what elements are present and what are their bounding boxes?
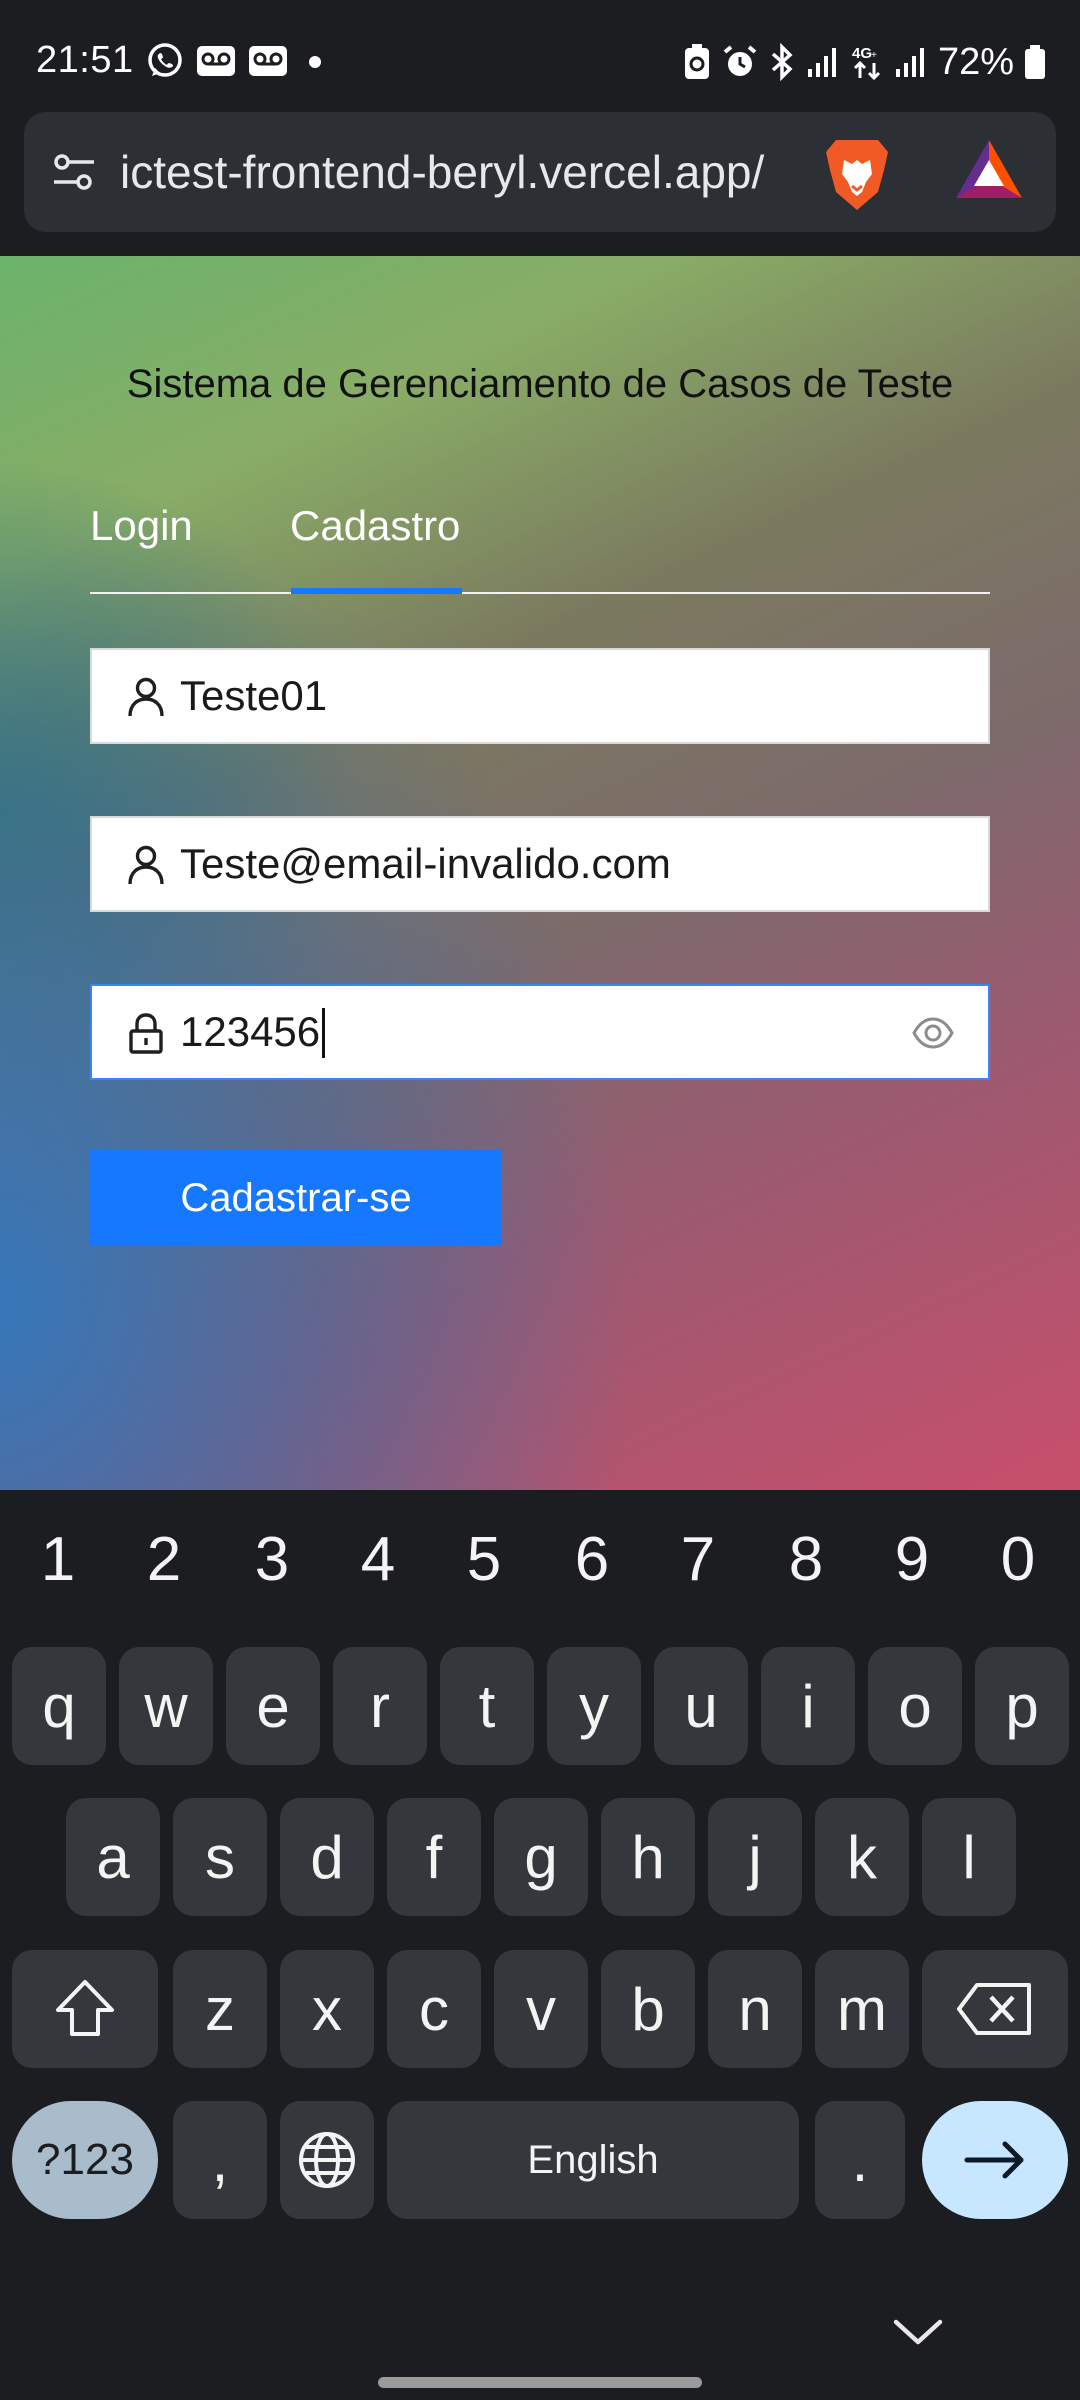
key-j[interactable]: j (708, 1798, 802, 1916)
keyboard-number-row: 1 2 3 4 5 6 7 8 9 0 (0, 1490, 1080, 1630)
period-key[interactable]: . (815, 2101, 905, 2219)
notification-icons (146, 42, 330, 80)
backspace-key[interactable] (922, 1950, 1068, 2068)
key-a[interactable]: a (66, 1798, 160, 1916)
tab-cadastro[interactable]: Cadastro (290, 498, 460, 554)
signal-icon (807, 48, 836, 77)
key-8[interactable]: 8 (756, 1520, 856, 1600)
bluetooth-icon (771, 43, 793, 81)
key-6[interactable]: 6 (542, 1520, 642, 1600)
enter-key[interactable] (922, 2101, 1068, 2219)
language-key[interactable] (280, 2101, 374, 2219)
tune-icon[interactable] (50, 148, 98, 196)
key-t[interactable]: t (440, 1647, 534, 1765)
url-text[interactable]: ictest-frontend-beryl.vercel.app/ (120, 140, 810, 204)
signup-submit-button[interactable]: Cadastrar-se (90, 1150, 502, 1246)
key-y[interactable]: y (547, 1647, 641, 1765)
key-d[interactable]: d (280, 1798, 374, 1916)
text-caret (322, 1008, 325, 1058)
status-time: 21:51 (36, 39, 134, 81)
key-i[interactable]: i (761, 1647, 855, 1765)
page-title: Sistema de Gerenciamento de Casos de Tes… (126, 362, 954, 406)
bat-rewards-icon[interactable] (952, 134, 1026, 208)
key-q[interactable]: q (12, 1647, 106, 1765)
email-input[interactable] (180, 832, 920, 896)
battery-saver-icon (684, 44, 709, 79)
key-h[interactable]: h (601, 1798, 695, 1916)
key-9[interactable]: 9 (862, 1520, 962, 1600)
key-5[interactable]: 5 (434, 1520, 534, 1600)
key-g[interactable]: g (494, 1798, 588, 1916)
lock-icon (129, 1013, 163, 1054)
signal-icon (895, 48, 924, 77)
key-4[interactable]: 4 (328, 1520, 428, 1600)
key-o[interactable]: o (868, 1647, 962, 1765)
key-3[interactable]: 3 (222, 1520, 322, 1600)
svg-text:+: + (871, 50, 877, 61)
gesture-nav-handle[interactable] (378, 2377, 702, 2388)
tab-active-indicator (291, 588, 462, 594)
key-p[interactable]: p (975, 1647, 1069, 1765)
key-f[interactable]: f (387, 1798, 481, 1916)
key-s[interactable]: s (173, 1798, 267, 1916)
voicemail-icon (249, 46, 287, 76)
backspace-icon (957, 1983, 1031, 2035)
key-b[interactable]: b (601, 1950, 695, 2068)
user-icon (128, 677, 164, 717)
symbols-key[interactable]: ?123 (12, 2101, 158, 2219)
signup-page: Sistema de Gerenciamento de Casos de Tes… (0, 256, 1080, 1490)
space-key[interactable]: English (387, 2101, 799, 2219)
password-input[interactable] (180, 1000, 920, 1064)
key-z[interactable]: z (173, 1950, 267, 2068)
chevron-down-icon[interactable] (888, 2312, 948, 2352)
tab-divider (90, 592, 990, 594)
tab-login[interactable]: Login (90, 498, 193, 554)
key-m[interactable]: m (815, 1950, 909, 2068)
alarm-icon (723, 45, 757, 76)
key-l[interactable]: l (922, 1798, 1016, 1916)
key-r[interactable]: r (333, 1647, 427, 1765)
shift-icon (56, 1980, 114, 2036)
email-field[interactable] (90, 816, 990, 912)
battery-percent: 72% (937, 41, 1014, 83)
shift-key[interactable] (12, 1950, 158, 2068)
key-7[interactable]: 7 (648, 1520, 748, 1600)
whatsapp-icon (148, 43, 182, 77)
key-k[interactable]: k (815, 1798, 909, 1916)
4g-icon: 4G+ (852, 45, 880, 81)
arrow-right-icon (964, 2141, 1024, 2179)
globe-icon (299, 2132, 355, 2188)
browser-url-bar[interactable]: ictest-frontend-beryl.vercel.app/ (24, 112, 1056, 232)
key-x[interactable]: x (280, 1950, 374, 2068)
status-bar: 21:51 4G + 72% (0, 0, 1080, 112)
key-u[interactable]: u (654, 1647, 748, 1765)
svg-text:4G: 4G (852, 45, 872, 62)
key-0[interactable]: 0 (968, 1520, 1068, 1600)
password-field[interactable] (90, 984, 990, 1080)
battery-icon (1025, 45, 1045, 79)
key-n[interactable]: n (708, 1950, 802, 2068)
key-w[interactable]: w (119, 1647, 213, 1765)
username-field[interactable] (90, 648, 990, 744)
system-icons: 4G + 72% (682, 38, 1046, 86)
eye-icon[interactable] (912, 1014, 954, 1052)
comma-key[interactable]: , (173, 2101, 267, 2219)
key-c[interactable]: c (387, 1950, 481, 2068)
key-1[interactable]: 1 (8, 1520, 108, 1600)
key-v[interactable]: v (494, 1950, 588, 2068)
dot-icon (309, 56, 321, 68)
key-e[interactable]: e (226, 1647, 320, 1765)
brave-lion-icon[interactable] (814, 130, 900, 216)
onscreen-keyboard: 1 2 3 4 5 6 7 8 9 0 q w e r t y u i o p … (0, 1490, 1080, 2400)
key-2[interactable]: 2 (114, 1520, 214, 1600)
user-icon (128, 845, 164, 885)
voicemail-icon (197, 46, 235, 76)
username-input[interactable] (180, 664, 920, 728)
